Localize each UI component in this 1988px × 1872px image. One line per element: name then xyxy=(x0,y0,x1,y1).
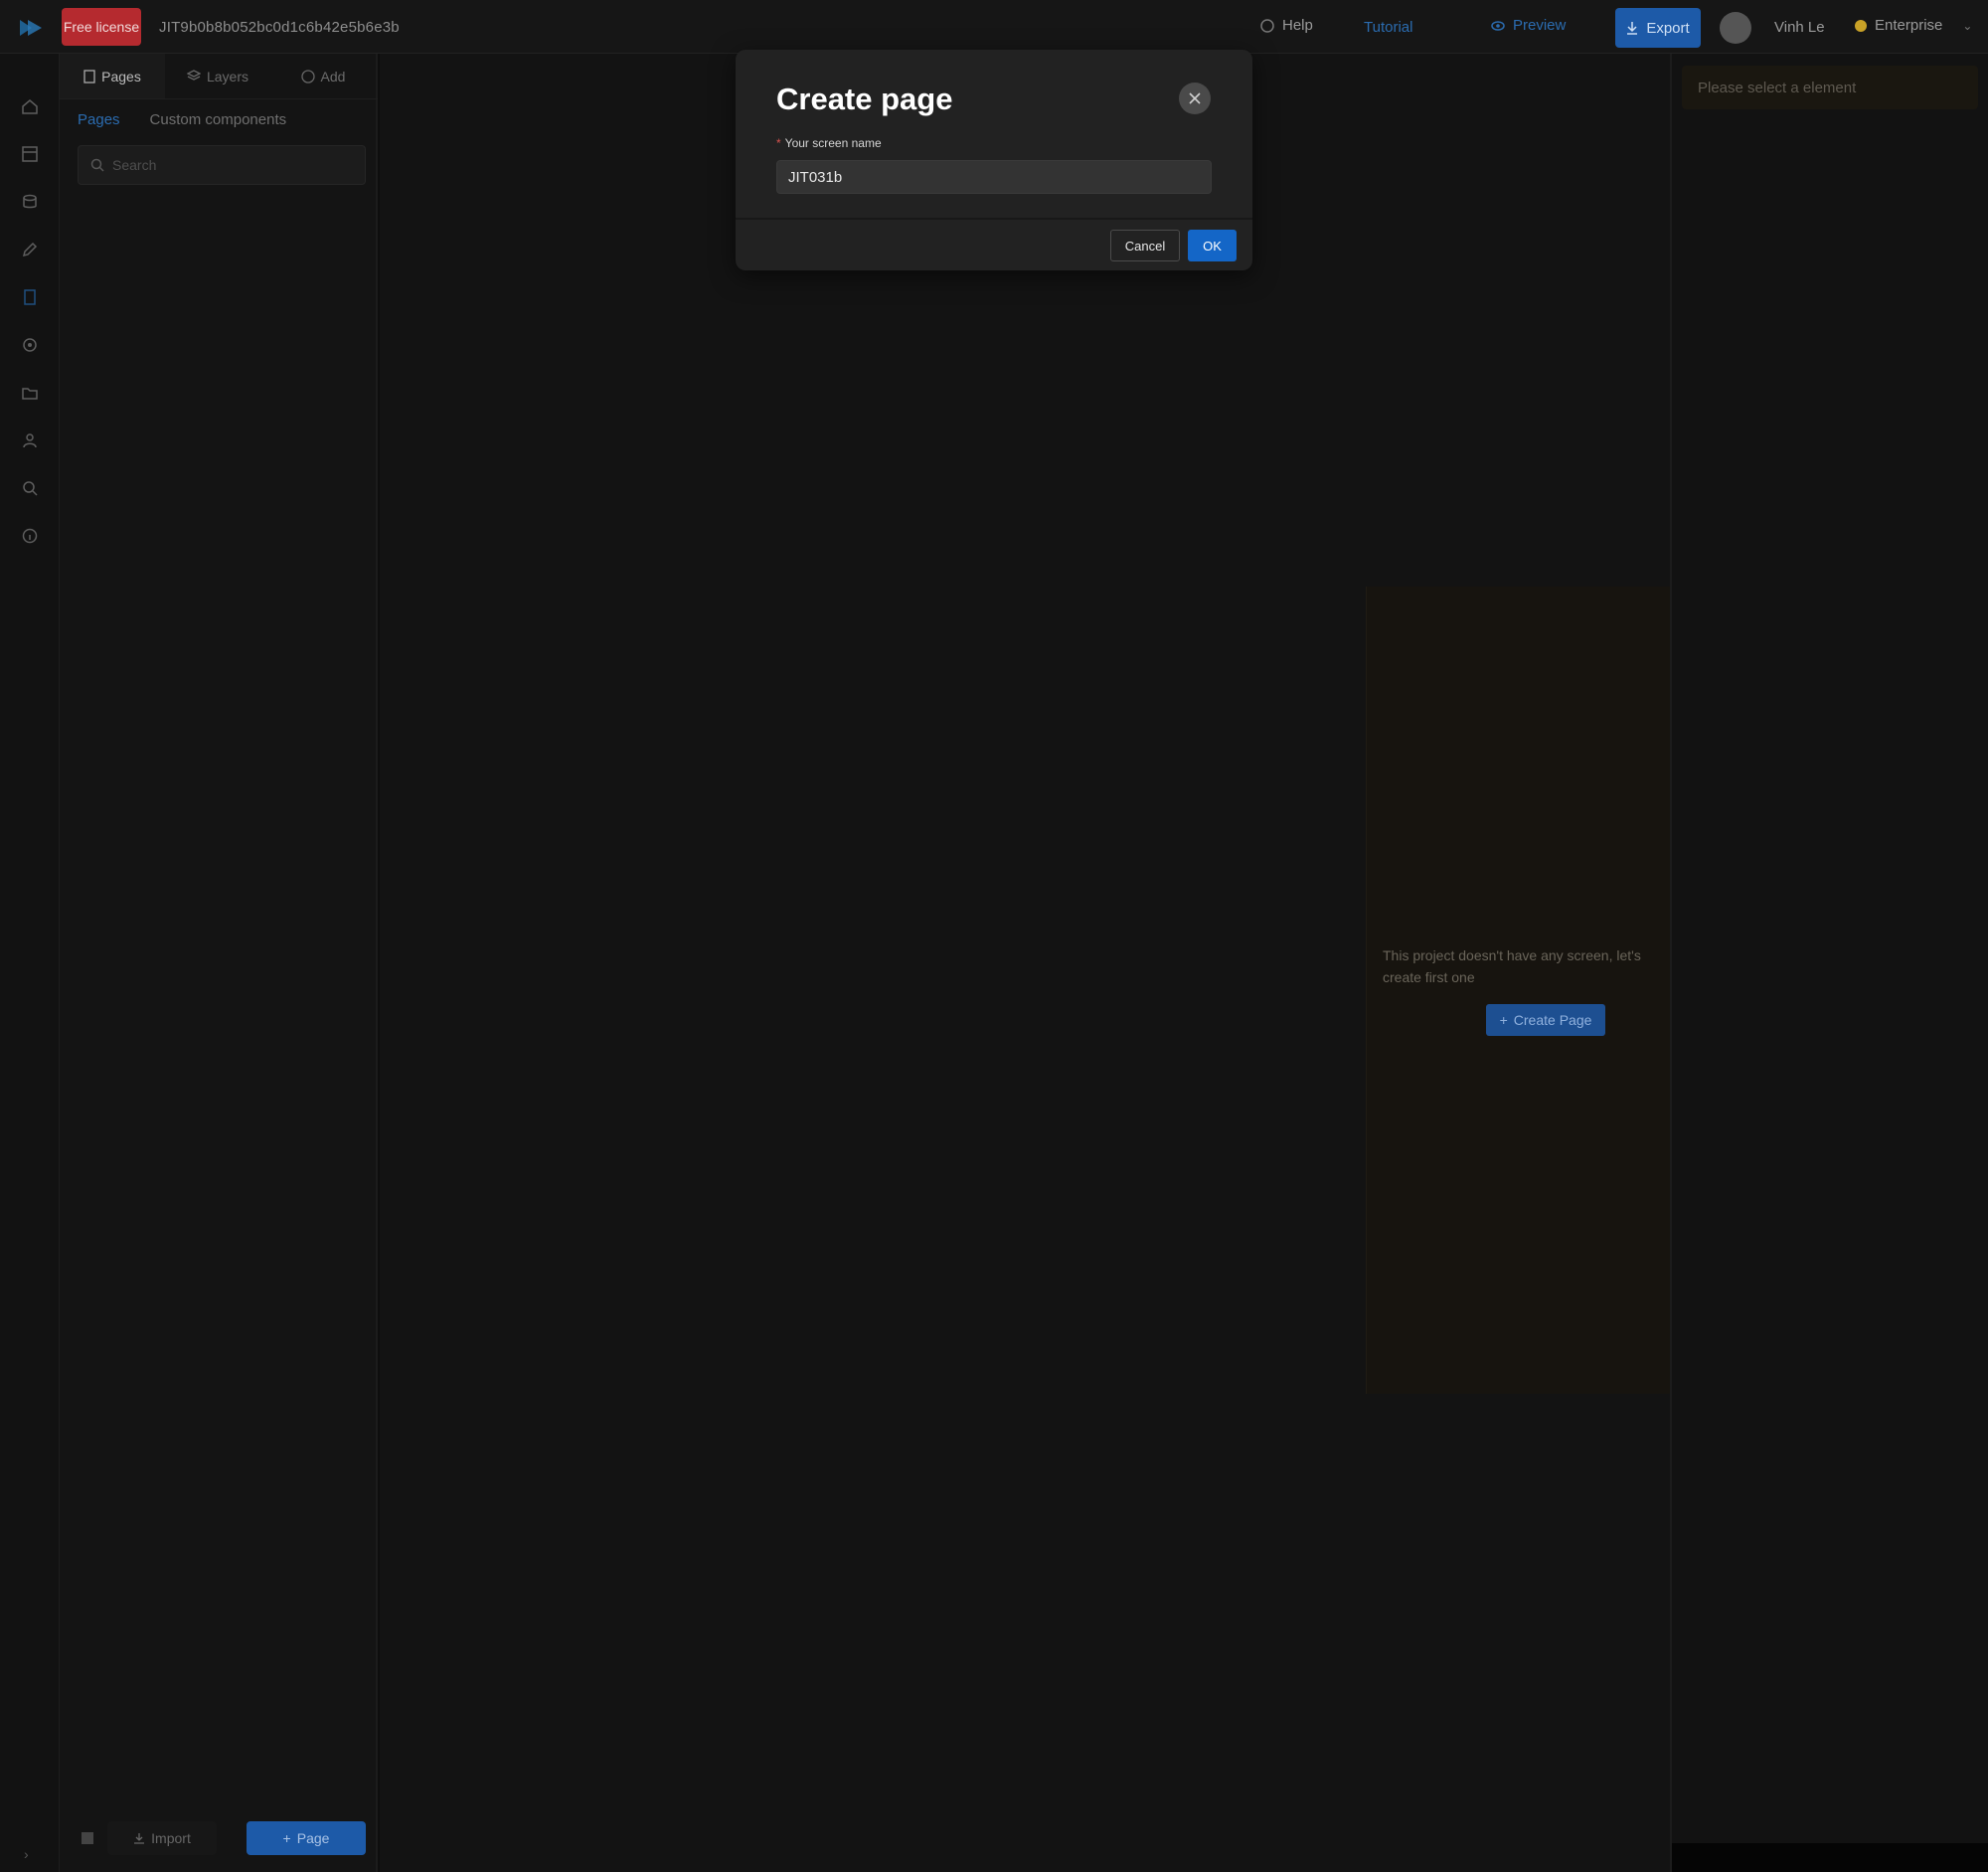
import-icon xyxy=(134,1833,145,1844)
tab-add-label: Add xyxy=(320,68,346,85)
layers-icon xyxy=(186,69,201,81)
download-icon xyxy=(1627,22,1638,35)
avatar[interactable] xyxy=(1720,12,1751,44)
side-panel-subtabs: Pages Custom components xyxy=(78,111,286,128)
export-label: Export xyxy=(1646,19,1690,37)
page-icon xyxy=(83,69,95,84)
create-page-label: Create Page xyxy=(1513,1012,1592,1028)
grid-view-icon[interactable] xyxy=(78,1828,97,1848)
tab-layers[interactable]: Layers xyxy=(165,54,270,98)
tutorial-link[interactable]: Tutorial xyxy=(1364,19,1412,36)
add-page-button[interactable]: + Page xyxy=(247,1821,366,1855)
side-panel-footer: Import + Page xyxy=(78,1821,366,1855)
tab-add[interactable]: Add xyxy=(270,54,376,98)
select-element-alert: Please select a element xyxy=(1682,66,1978,109)
side-panel: Pages Layers Add Pages Custom components xyxy=(60,54,378,1872)
eye-icon xyxy=(1491,20,1505,31)
left-rail: › xyxy=(0,54,60,1872)
plan-dropdown[interactable]: Enterprise ⌄ xyxy=(1855,17,1972,34)
page-search-input[interactable] xyxy=(112,157,351,173)
add-icon xyxy=(300,69,315,84)
folder-icon[interactable] xyxy=(21,384,39,402)
search-icon xyxy=(90,158,104,172)
page-icon[interactable] xyxy=(21,288,39,306)
side-panel-tabs: Pages Layers Add xyxy=(60,54,378,99)
subtab-pages[interactable]: Pages xyxy=(78,111,120,128)
screen-name-label: * Your screen name xyxy=(776,136,882,150)
expand-rail-icon[interactable]: › xyxy=(24,1846,29,1862)
ok-button[interactable]: OK xyxy=(1188,230,1237,261)
settings-icon[interactable] xyxy=(21,336,39,354)
app-root: Free license JIT9b0b8b052bc0d1c6b42e5b6e… xyxy=(0,0,1988,1872)
plan-dot-icon xyxy=(1855,19,1867,32)
app-logo-icon[interactable] xyxy=(18,16,44,40)
screen-name-input[interactable] xyxy=(776,160,1212,194)
tab-layers-label: Layers xyxy=(206,68,249,85)
license-badge[interactable]: Free license xyxy=(62,8,141,46)
help-button[interactable]: Help xyxy=(1260,17,1313,34)
close-icon xyxy=(1189,92,1201,104)
empty-state-message: This project doesn't have any screen, le… xyxy=(1383,947,1641,985)
create-page-dialog: Create page * Your screen name Cancel OK xyxy=(736,50,1252,270)
preview-label: Preview xyxy=(1513,17,1567,34)
add-page-label: Page xyxy=(296,1830,330,1846)
plan-label: Enterprise xyxy=(1875,17,1943,34)
tab-pages-label: Pages xyxy=(101,68,141,85)
empty-state-card: This project doesn't have any screen, le… xyxy=(1366,587,1670,1394)
plus-icon: + xyxy=(1499,1012,1508,1028)
help-label: Help xyxy=(1282,17,1313,34)
import-label: Import xyxy=(151,1830,191,1846)
project-id: JIT9b0b8b052bc0d1c6b42e5b6e3b xyxy=(159,19,400,36)
preview-button[interactable]: Preview xyxy=(1491,17,1566,34)
screen-name-label-text: Your screen name xyxy=(784,136,882,150)
page-search-box xyxy=(78,145,366,185)
database-icon[interactable] xyxy=(21,193,39,211)
layout-icon[interactable] xyxy=(21,145,39,163)
dialog-title: Create page xyxy=(776,82,953,116)
subtab-custom-components[interactable]: Custom components xyxy=(150,111,287,128)
close-button[interactable] xyxy=(1179,83,1211,114)
dialog-divider xyxy=(736,218,1252,220)
info-icon[interactable] xyxy=(21,527,39,545)
user-name[interactable]: Vinh Le xyxy=(1774,19,1825,36)
plus-icon: + xyxy=(282,1830,291,1846)
properties-panel: Please select a element xyxy=(1670,54,1988,1872)
pen-icon[interactable] xyxy=(21,241,39,258)
help-icon xyxy=(1260,18,1274,33)
cancel-button[interactable]: Cancel xyxy=(1110,230,1180,261)
user-icon[interactable] xyxy=(21,431,39,449)
search-icon[interactable] xyxy=(21,479,39,497)
import-button[interactable]: Import xyxy=(107,1821,217,1855)
tab-pages[interactable]: Pages xyxy=(60,54,165,98)
home-icon[interactable] xyxy=(21,97,39,115)
chevron-down-icon: ⌄ xyxy=(1962,18,1973,33)
create-page-button[interactable]: + Create Page xyxy=(1486,1004,1605,1036)
top-bar: Free license JIT9b0b8b052bc0d1c6b42e5b6e… xyxy=(0,0,1988,54)
required-mark: * xyxy=(776,136,781,150)
export-button[interactable]: Export xyxy=(1615,8,1701,48)
properties-panel-footer xyxy=(1672,1843,1988,1872)
